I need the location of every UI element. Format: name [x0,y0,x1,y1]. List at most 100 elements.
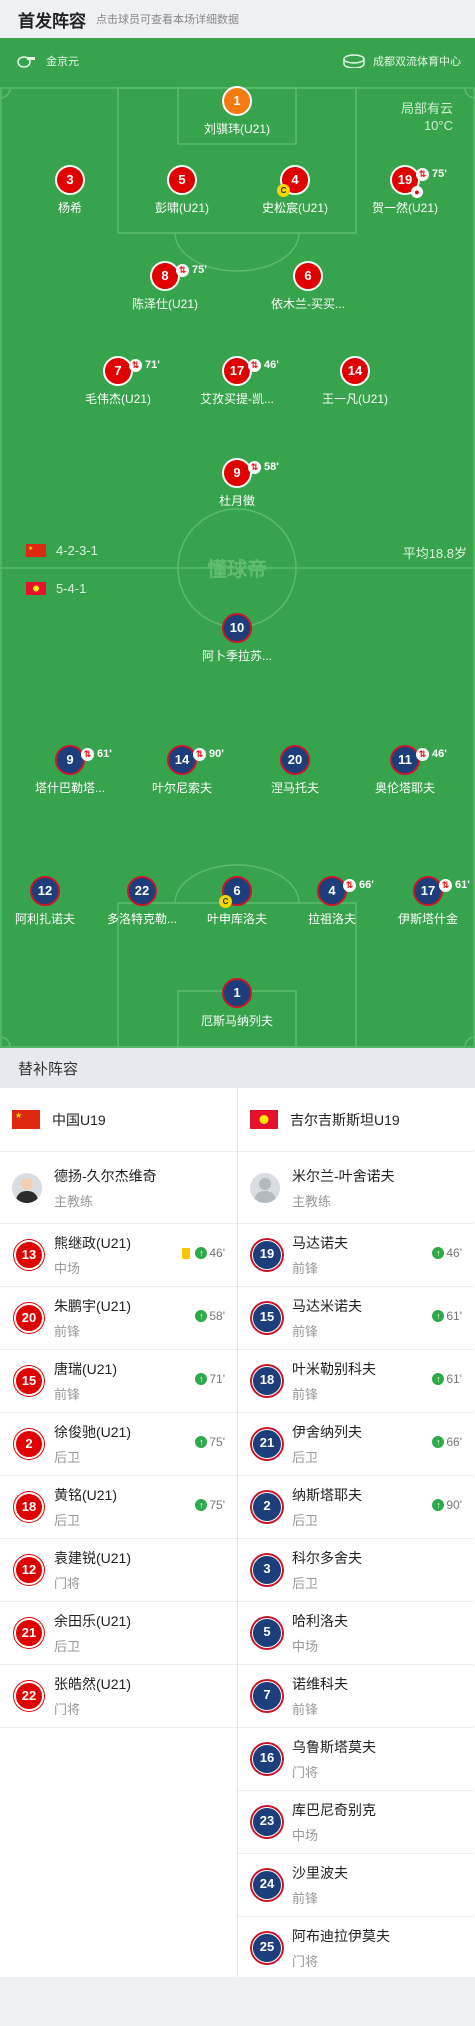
sub-in-minute: 46' [446,1246,462,1260]
player-name: 伊斯塔什金 [397,912,458,926]
player-number: 9 [233,465,241,480]
player-number-badge: 19 [252,1240,282,1270]
player-position: 门将 [54,1702,81,1717]
player-name: 哈利洛夫 [292,1613,348,1629]
sub-player-row[interactable]: 7 诺维科夫 前锋 [238,1665,474,1728]
coach-avatar [250,1172,280,1203]
captain-badge-icon: C [277,184,290,197]
player-name: 叶尔尼索夫 [151,781,212,795]
substitution-marker: ⇅ 46' [248,352,279,378]
sub-player-info: 熊继政(U21) 中场 [54,1233,131,1277]
player-name: 史松宸(U21) [261,201,328,215]
player-name: 阿卜季拉苏... [201,649,272,663]
sub-player-row[interactable]: 22 张皓然(U21) 门将 [0,1665,237,1728]
substitution-icon: ⇅ [248,460,261,474]
sub-player-row[interactable]: 15 唐瑞(U21) 前锋 ↑ 71' [0,1350,237,1413]
sub-player-row[interactable]: 16 乌鲁斯塔莫夫 门将 [238,1728,474,1791]
china-flag-icon: ★ [12,1110,40,1129]
pitch-player[interactable]: 7 ⇅ 71' 毛伟杰(U21) [58,356,178,407]
subs-section-title: 替补阵容 [0,1048,475,1088]
pitch-player[interactable]: 5 彭啸(U21) [122,165,242,216]
substitution-minute: 46' [264,359,279,371]
substitution-marker: ⇅ 90' [193,741,224,767]
player-name: 阿布迪拉伊莫夫 [292,1928,390,1944]
substitution-icon: ⇅ [129,358,142,372]
pitch-player[interactable]: 1 刘骐玮(U21) [177,86,297,137]
player-name: 伊舍纳列夫 [292,1424,362,1440]
away-coach[interactable]: 米尔兰-叶舍诺夫 主教练 [238,1152,474,1224]
pitch-player[interactable]: 9 ⇅ 61' 塔什巴勒塔... [10,745,130,796]
pitch-player[interactable]: 17 ⇅ 46' 艾孜买提-凯... [177,356,297,407]
player-number-badge: 8 ⇅ 75' [150,261,207,291]
sub-in-time: ↑ 66' [432,1435,462,1449]
pitch-player[interactable]: 20 涅马托夫 [235,745,355,796]
player-position: 前锋 [292,1387,319,1402]
home-team-row[interactable]: ★ 中国U19 [0,1088,237,1152]
sub-player-row[interactable]: 19 马达诺夫 前锋 ↑ 46' [238,1224,474,1287]
pitch-player[interactable]: 17 ⇅ 61' 伊斯塔什金 [368,876,475,927]
sub-in-arrow-icon: ↑ [195,1310,208,1322]
sub-player-row[interactable]: 23 库巴尼奇别克 中场 [238,1791,474,1854]
sub-player-info: 马达诺夫 前锋 [292,1233,348,1277]
sub-player-info: 余田乐(U21) 后卫 [54,1611,131,1655]
substitution-minute: 61' [455,879,470,891]
player-position: 前锋 [292,1261,319,1276]
sub-in-minute: 75' [209,1498,225,1512]
pitch-player[interactable]: 19 ● ⇅ 75' 贺一然(U21) [345,165,465,216]
player-number: 10 [229,620,245,635]
player-number-badge: 23 [252,1807,282,1837]
player-number-badge: 9 ⇅ 61' [55,745,112,775]
player-name: 熊继政(U21) [54,1235,132,1251]
home-coach[interactable]: 德扬-久尔杰维奇 主教练 [0,1152,237,1224]
pitch-player[interactable]: 11 ⇅ 46' 奥伦塔耶夫 [345,745,465,796]
sub-player-row[interactable]: 21 余田乐(U21) 后卫 [0,1602,237,1665]
player-number: 5 [178,172,186,187]
substitution-marker: ⇅ 61' [81,741,112,767]
sub-player-row[interactable]: 20 朱鹏宇(U21) 前锋 ↑ 58' [0,1287,237,1350]
pitch-player[interactable]: 9 ⇅ 58' 杜月徵 [177,458,297,509]
player-number-badge: 11 ⇅ 46' [390,745,447,775]
sub-player-info: 马达米诺夫 前锋 [292,1296,362,1340]
sub-in-minute: 90' [446,1498,462,1512]
away-team-row[interactable]: 吉尔吉斯斯坦U19 [238,1088,474,1152]
substitution-icon: ⇅ [416,167,429,181]
player-name: 刘骐玮(U21) [203,122,270,136]
pitch-player[interactable]: 8 ⇅ 75' 陈泽仕(U21) [105,261,225,312]
player-position: 后卫 [54,1513,81,1528]
pitch-player[interactable]: 1 厄斯马纳列夫 [177,978,297,1029]
pitch-player[interactable]: 6 依木兰-买买... [248,261,368,312]
player-number: 3 [66,172,74,187]
sub-player-row[interactable]: 2 徐俊驰(U21) 后卫 ↑ 75' [0,1413,237,1476]
sub-player-row[interactable]: 18 叶米勒别科夫 前锋 ↑ 61' [238,1350,474,1413]
pitch-player[interactable]: 14 ⇅ 90' 叶尔尼索夫 [122,745,242,796]
sub-player-info: 科尔多舍夫 后卫 [292,1548,362,1592]
pitch-player[interactable]: 3 杨希 [10,165,130,216]
sub-player-row[interactable]: 18 黄铭(U21) 后卫 ↑ 75' [0,1476,237,1539]
player-name: 张皓然(U21) [54,1676,132,1692]
sub-player-row[interactable]: 15 马达米诺夫 前锋 ↑ 61' [238,1287,474,1350]
china-flag-icon: ★ [26,544,46,557]
sub-player-row[interactable]: 25 阿布迪拉伊莫夫 门将 [238,1917,474,1980]
player-position: 中场 [54,1261,81,1276]
pitch-player[interactable]: 4 C 史松宸(U21) [235,165,355,216]
sub-in-time: ↑ 75' [195,1435,225,1449]
player-name: 马达米诺夫 [292,1298,362,1314]
player-number: 17 [229,363,245,378]
sub-player-row[interactable]: 2 纳斯塔耶夫 后卫 ↑ 90' [238,1476,474,1539]
sub-player-row[interactable]: 12 袁建锐(U21) 门将 [0,1539,237,1602]
player-number-badge: 21 [14,1618,44,1648]
substitution-icon: ⇅ [193,747,206,761]
pitch-player[interactable]: 10 阿卜季拉苏... [177,613,297,664]
sub-player-row[interactable]: 24 沙里波夫 前锋 [238,1854,474,1917]
sub-player-row[interactable]: 21 伊舍纳列夫 后卫 ↑ 66' [238,1413,474,1476]
sub-in-arrow-icon: ↑ [432,1310,445,1322]
player-name: 奥伦塔耶夫 [374,781,435,795]
sub-player-row[interactable]: 5 哈利洛夫 中场 [238,1602,474,1665]
sub-player-row[interactable]: 3 科尔多舍夫 后卫 [238,1539,474,1602]
player-number-badge: 20 [14,1303,44,1333]
player-number-badge: 20 [280,745,310,775]
pitch-player[interactable]: 14 王一凡(U21) [295,356,415,407]
sub-player-row[interactable]: 13 熊继政(U21) 中场 ↑ 46' [0,1224,237,1287]
away-subs-list: 19 马达诺夫 前锋 ↑ 46' 15 马达米诺夫 前锋 ↑ 61' 18 叶米勒别科夫 前锋 ↑ 61' 2… [238,1224,474,1980]
sub-in-minute: 71' [209,1372,225,1386]
